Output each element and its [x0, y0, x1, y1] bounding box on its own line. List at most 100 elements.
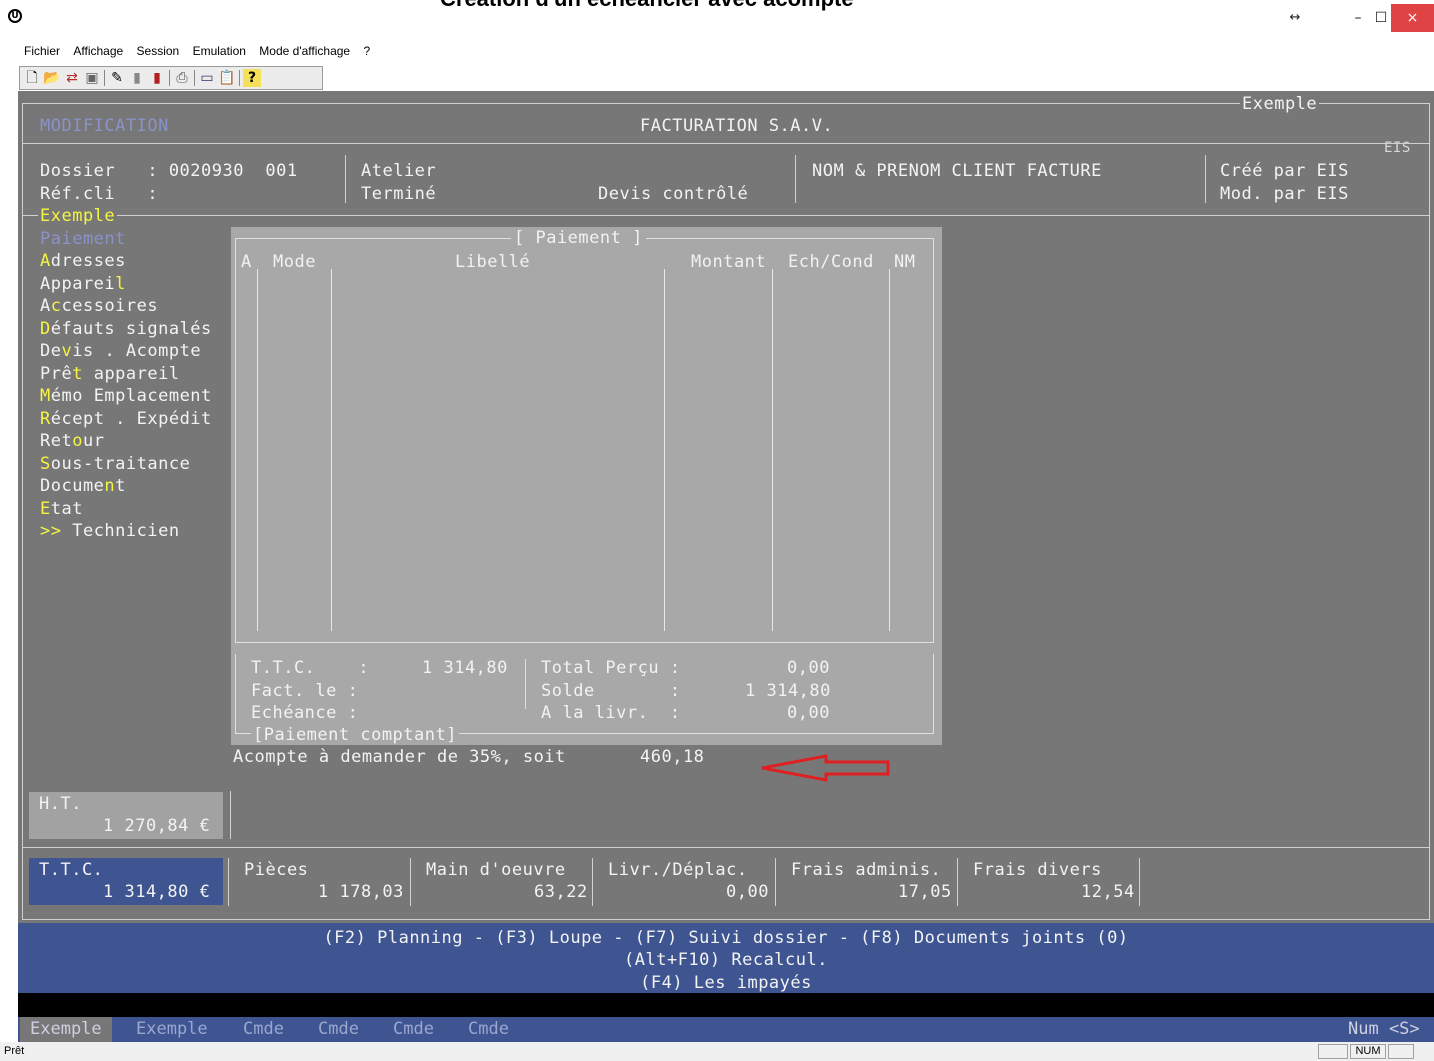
- traffic-light-icon[interactable]: ▮: [148, 69, 166, 87]
- status-cell-empty-2: [1388, 1044, 1414, 1059]
- tab-cmde-3[interactable]: Cmde: [383, 1017, 444, 1042]
- ttc-total-label: T.T.C.: [39, 860, 104, 880]
- dossier-field: Dossier : 0020930 001: [40, 161, 298, 181]
- sidebar-item-devis[interactable]: Devis . Acompte: [40, 340, 201, 362]
- save-icon[interactable]: ▣: [83, 69, 101, 87]
- tab-exemple-1[interactable]: Exemple: [20, 1017, 112, 1042]
- print-icon[interactable]: ⎙: [173, 69, 191, 87]
- refcli-field: Réf.cli :: [40, 184, 159, 204]
- sidebar-item-defauts[interactable]: Défauts signalés: [40, 318, 212, 340]
- solde-label: Solde :: [541, 681, 681, 701]
- sidebar-item-etat[interactable]: Etat: [40, 498, 83, 520]
- page-title: FACTURATION S.A.V.: [640, 116, 834, 136]
- arrow-annotation-icon: [761, 754, 890, 782]
- modified-by: Mod. par EIS: [1220, 184, 1349, 204]
- sidebar-item-paiement[interactable]: Paiement: [40, 228, 126, 250]
- menu-fichier[interactable]: Fichier: [24, 44, 60, 58]
- status-text: Prêt: [4, 1045, 25, 1057]
- paiement-comptant-tag: [Paiement comptant]: [251, 725, 459, 745]
- livr-label: A la livr. :: [541, 703, 681, 723]
- properties-icon[interactable]: ✎: [108, 69, 126, 87]
- resize-icon[interactable]: ↔: [1283, 4, 1307, 32]
- echeance-label: Echéance :: [251, 703, 359, 723]
- col-ech-cond: Ech/Cond: [788, 252, 874, 272]
- menu-bar: Fichier Affichage Session Emulation Mode…: [18, 44, 1434, 64]
- minimize-button[interactable]: –: [1348, 4, 1368, 32]
- function-keys-line2[interactable]: (Alt+F10) Recalcul.: [18, 949, 1434, 971]
- menu-session[interactable]: Session: [137, 44, 180, 58]
- ht-label: H.T.: [39, 794, 82, 814]
- close-button[interactable]: ×: [1391, 4, 1434, 32]
- payment-table: [235, 238, 934, 643]
- col-mode: Mode: [273, 252, 316, 272]
- total-percu-value: 0,00: [787, 658, 830, 678]
- solde-value: 1 314,80: [745, 681, 831, 701]
- function-keys-line1[interactable]: (F2) Planning - (F3) Loupe - (F7) Suivi …: [18, 927, 1434, 949]
- sidebar-item-retour[interactable]: Retour: [40, 430, 104, 452]
- tab-cmde-1[interactable]: Cmde: [233, 1017, 294, 1042]
- toolbar: 🗋 📂 ⇄ ▣ ✎ ▮ ▮ ⎙ ▭ 📋 ?: [19, 66, 323, 90]
- tab-exemple-2[interactable]: Exemple: [126, 1017, 218, 1042]
- main-oeuvre-label: Main d'oeuvre: [426, 860, 566, 880]
- tab-cmde-4[interactable]: Cmde: [458, 1017, 519, 1042]
- acompte-text: Acompte à demander de 35%, soit: [233, 747, 566, 767]
- created-by: Créé par EIS: [1220, 161, 1349, 181]
- connect-icon[interactable]: ⇄: [63, 69, 81, 87]
- tab-cmde-2[interactable]: Cmde: [308, 1017, 369, 1042]
- ttc-total-value: 1 314,80 €: [103, 882, 211, 902]
- livr-deplac-label: Livr./Déplac.: [608, 860, 748, 880]
- sidebar-item-document[interactable]: Document: [40, 475, 126, 497]
- menu-help[interactable]: ?: [363, 44, 370, 58]
- frame-tag: Exemple: [1240, 94, 1320, 114]
- frais-divers-value: 12,54: [1081, 882, 1135, 902]
- function-key-bar: (F2) Planning - (F3) Loupe - (F7) Suivi …: [18, 923, 1434, 993]
- window-title: Création d'un échéancier avec acompte: [440, 0, 854, 12]
- client-name: NOM & PRENOM CLIENT FACTURE: [812, 161, 1102, 181]
- col-montant: Montant: [691, 252, 767, 272]
- status-bar: Prêt NUM: [0, 1042, 1434, 1061]
- battery-icon[interactable]: ▮: [128, 69, 146, 87]
- screen-icon[interactable]: ▭: [198, 69, 216, 87]
- sidebar-item-appareil[interactable]: Appareil: [40, 273, 126, 295]
- ht-value: 1 270,84 €: [103, 816, 211, 836]
- sidebar-item-sous-traitance[interactable]: Sous-traitance: [40, 453, 190, 475]
- sidebar-item-technicien[interactable]: >> Technicien: [40, 520, 180, 542]
- menu-affichage[interactable]: Affichage: [73, 44, 123, 58]
- totals-divider: [22, 847, 1430, 848]
- payment-dialog: [ Paiement ] A Mode Libellé Montant Ech/…: [231, 227, 942, 745]
- ttc-value: 1 314,80: [422, 658, 508, 678]
- info-divider: [22, 215, 1430, 216]
- status-cell-empty: [1318, 1044, 1348, 1059]
- function-keys-line3[interactable]: (F4) Les impayés: [18, 972, 1434, 994]
- message-line: [18, 993, 1434, 1017]
- clipboard-icon[interactable]: 📋: [218, 69, 236, 87]
- menu-emulation[interactable]: Emulation: [193, 44, 246, 58]
- sidebar-item-recept[interactable]: Récept . Expédit: [40, 408, 212, 430]
- menu-mode-affichage[interactable]: Mode d'affichage: [259, 44, 350, 58]
- ttc-label: T.T.C. :: [251, 658, 370, 678]
- sidebar-item-adresses[interactable]: Adresses: [40, 250, 126, 272]
- new-document-icon[interactable]: 🗋: [23, 69, 41, 87]
- livr-value: 0,00: [787, 703, 830, 723]
- livr-deplac-value: 0,00: [726, 882, 769, 902]
- ht-total-box: H.T. 1 270,84 €: [29, 792, 223, 839]
- frais-divers-label: Frais divers: [973, 860, 1102, 880]
- app-icon[interactable]: U: [8, 9, 22, 23]
- maximize-button[interactable]: ☐: [1371, 4, 1391, 32]
- sidebar-item-accessoires[interactable]: Accessoires: [40, 295, 158, 317]
- sidebar-item-pret[interactable]: Prêt appareil: [40, 363, 180, 385]
- terminal-screen[interactable]: Exemple EIS MODIFICATION FACTURATION S.A…: [18, 91, 1434, 1017]
- payment-dialog-title: [ Paiement ]: [511, 227, 646, 249]
- devis-status: Devis contrôlé: [598, 184, 749, 204]
- col-nm: NM: [894, 252, 916, 272]
- mode-label: MODIFICATION: [40, 116, 169, 136]
- num-lock-indicator: NUM: [1350, 1044, 1386, 1059]
- open-folder-icon[interactable]: 📂: [43, 69, 61, 87]
- help-icon[interactable]: ?: [243, 69, 261, 87]
- col-libelle: Libellé: [455, 252, 531, 272]
- sidebar-item-memo[interactable]: Mémo Emplacement: [40, 385, 212, 407]
- pieces-value: 1 178,03: [318, 882, 404, 902]
- main-oeuvre-value: 63,22: [534, 882, 588, 902]
- fact-le-label: Fact. le :: [251, 681, 359, 701]
- pieces-label: Pièces: [244, 860, 309, 880]
